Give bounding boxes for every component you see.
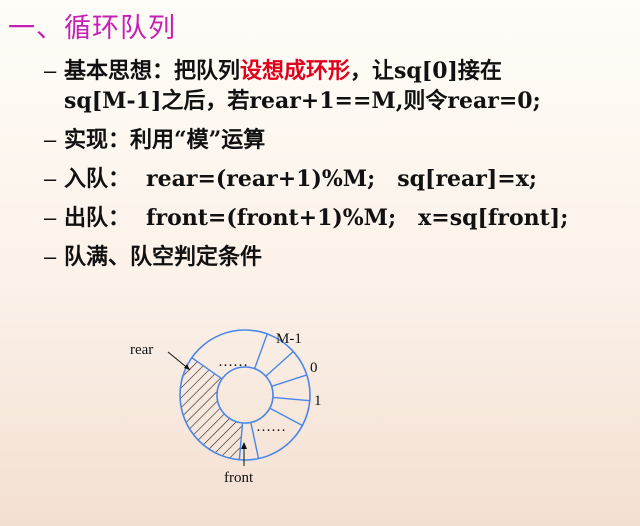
ring-svg: rear front M-1 0 1 …… …… [130, 329, 322, 486]
label-zero: 0 [310, 360, 318, 376]
occupied-segment-hatch [180, 357, 243, 460]
cell-divider [272, 396, 310, 402]
basic-idea-text-b: ，让sq[0]接在 [350, 58, 502, 84]
dots-top: …… [218, 354, 248, 370]
bullet-dash: – [44, 58, 57, 83]
inner-ring [216, 366, 274, 424]
bullet-enqueue: – 入队： rear=(rear+1)%M; sq[rear]=x; [44, 164, 634, 194]
bullet-dequeue: – 出队： front=(front+1)%M; x=sq[front]; [44, 203, 634, 233]
enqueue-label: 入队： [64, 166, 131, 192]
cell-divider [253, 333, 268, 369]
section-title: 一、循环队列 [8, 13, 176, 44]
label-front: front [224, 470, 254, 486]
basic-idea-text-a: 基本思想：把队列 [64, 58, 241, 84]
implementation-text: 实现：利用“模”运算 [64, 127, 266, 153]
dequeue-code-2: x=sq[front]; [418, 205, 569, 231]
label-m-1: M-1 [276, 331, 302, 347]
dequeue-label: 出队： [64, 205, 131, 231]
circular-queue-diagram: rear front M-1 0 1 …… …… [110, 310, 350, 510]
dequeue-code-1: front=(front+1)%M; [146, 205, 397, 231]
basic-idea-highlight: 设想成环形 [240, 58, 351, 84]
full-empty-text: 队满、队空判定条件 [64, 244, 263, 270]
bullet-dash: – [44, 205, 57, 230]
label-one: 1 [314, 393, 322, 409]
cell-divider [271, 374, 308, 388]
bullet-dash: – [44, 127, 57, 152]
bullet-list: – 基本思想：把队列设想成环形，让sq[0]接在 sq[M-1]之后，若rear… [44, 56, 634, 281]
enqueue-code-1: rear=(rear+1)%M; [146, 166, 376, 192]
label-rear: rear [130, 342, 153, 358]
bullet-content: 基本思想：把队列设想成环形，让sq[0]接在 sq[M-1]之后，若rear+1… [64, 56, 634, 116]
ring-group [179, 329, 311, 461]
bullet-content: 出队： front=(front+1)%M; x=sq[front]; [64, 203, 634, 233]
bullet-dash: – [44, 166, 57, 191]
bullet-full-empty: – 队满、队空判定条件 [44, 242, 634, 272]
basic-idea-line2: sq[M-1]之后，若rear+1==M,则令rear=0; [64, 88, 541, 114]
bullet-implementation: – 实现：利用“模”运算 [44, 125, 634, 155]
dots-bottom: …… [256, 419, 286, 435]
bullet-basic-idea: – 基本思想：把队列设想成环形，让sq[0]接在 sq[M-1]之后，若rear… [44, 56, 634, 116]
front-arrowhead [241, 442, 247, 449]
enqueue-code-2: sq[rear]=x; [397, 166, 537, 192]
cell-divider [265, 350, 294, 377]
bullet-content: 入队： rear=(rear+1)%M; sq[rear]=x; [64, 164, 634, 194]
bullet-dash: – [44, 244, 57, 269]
